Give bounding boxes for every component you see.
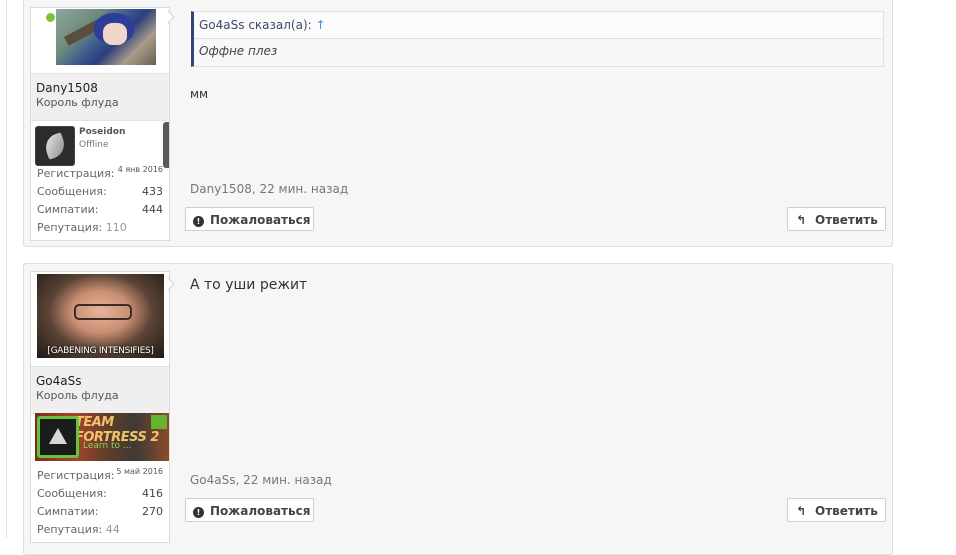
stat-value: 5 май 2016	[116, 467, 163, 476]
game-axe-icon	[35, 126, 75, 166]
stat-value: 4 янв 2016	[117, 165, 163, 174]
warning-circle-icon: !	[193, 499, 204, 523]
stat-registration: Регистрация: 4 янв 2016	[37, 165, 165, 183]
game-tab-handle[interactable]	[163, 122, 169, 168]
post-meta[interactable]: Go4aSs, 22 мин. назад	[190, 473, 332, 487]
avatar-face-shape	[103, 23, 127, 45]
username-link[interactable]: Dany1508	[36, 81, 98, 95]
warning-circle-icon: !	[193, 208, 204, 232]
post-message: мм	[190, 87, 209, 101]
report-label: Пожаловаться	[210, 504, 311, 518]
stat-messages: Сообщения: 416	[37, 485, 165, 503]
stat-likes: Симпатии: 444	[37, 201, 165, 219]
stat-label: Сообщения:	[37, 185, 107, 198]
reply-button[interactable]: ↰ Ответить	[787, 498, 886, 522]
user-header: Dany1508 Король флуда	[31, 73, 169, 121]
username-link[interactable]: Go4aSs	[36, 374, 82, 388]
user-title: Король флуда	[36, 96, 119, 109]
steam-game-block[interactable]: Poseidon Offline	[35, 122, 169, 168]
quote-jump-arrow-icon[interactable]: ↑	[316, 18, 326, 32]
report-button[interactable]: ! Пожаловаться	[185, 498, 314, 522]
user-header: Go4aSs Король флуда	[31, 366, 169, 414]
reply-arrow-icon: ↰	[796, 504, 807, 518]
stat-label: Сообщения:	[37, 487, 107, 500]
stat-value: 44	[105, 523, 120, 536]
stat-value[interactable]: 416	[142, 487, 163, 500]
game-status: Offline	[79, 140, 109, 150]
game-banner-subtitle: Learn to ...	[83, 441, 132, 451]
user-stats: Регистрация: 5 май 2016 Сообщения: 416 С…	[37, 467, 165, 539]
steam-game-block[interactable]: TEAM FORTRESS 2 Learn to ...	[35, 413, 169, 461]
page-edge-line	[6, 0, 7, 538]
stat-likes: Симпатии: 270	[37, 503, 165, 521]
stat-label-text: Репутация:	[37, 523, 103, 536]
quote-author: Go4aSs сказал(а): ↑	[199, 18, 326, 32]
stat-value: 444	[142, 203, 163, 216]
reply-button[interactable]: ↰ Ответить	[787, 207, 886, 231]
user-card: Dany1508 Король флуда Poseidon Offline Р…	[30, 7, 170, 241]
stat-reputation: Репутация: 44	[37, 521, 165, 539]
post-message: А то уши режит	[190, 277, 308, 293]
forum-post: Dany1508 Король флуда Poseidon Offline Р…	[23, 0, 893, 247]
game-name: Poseidon	[79, 127, 126, 137]
quote-header: Go4aSs сказал(а): ↑	[194, 12, 883, 39]
stat-label: Симпатии:	[37, 203, 99, 216]
reply-arrow-icon: ↰	[796, 213, 807, 227]
stat-label: Регистрация:	[37, 167, 115, 180]
stat-label: Репутация: 110	[37, 221, 127, 234]
game-tf2-icon	[37, 416, 79, 458]
avatar-caption: [GABENING INTENSIFIES]	[47, 346, 154, 356]
stat-value[interactable]: 433	[142, 185, 163, 198]
stat-label: Репутация: 44	[37, 523, 120, 536]
user-stats: Регистрация: 4 янв 2016 Сообщения: 433 С…	[37, 165, 165, 237]
quote-text: Оффне плез	[199, 44, 278, 58]
stat-messages: Сообщения: 433	[37, 183, 165, 201]
online-status-icon	[46, 13, 55, 22]
stat-value: 270	[142, 505, 163, 518]
bubble-arrow	[167, 277, 175, 291]
avatar-glasses-shape	[74, 304, 132, 320]
forum-post: [GABENING INTENSIFIES] Go4aSs Король флу…	[23, 263, 893, 555]
avatar[interactable]: [GABENING INTENSIFIES]	[37, 274, 164, 358]
stat-value: 110	[105, 221, 127, 234]
user-title: Король флуда	[36, 389, 119, 402]
game-banner-corner	[151, 415, 167, 429]
stat-label: Симпатии:	[37, 505, 99, 518]
avatar[interactable]	[56, 9, 156, 65]
bubble-arrow	[167, 10, 175, 24]
stat-reputation: Репутация: 110	[37, 219, 165, 237]
reply-label: Ответить	[815, 213, 878, 227]
quote-block: Go4aSs сказал(а): ↑ Оффне плез	[191, 11, 884, 67]
report-button[interactable]: ! Пожаловаться	[185, 207, 314, 231]
quote-author-text: Go4aSs сказал(а):	[199, 18, 312, 32]
stat-label-text: Репутация:	[37, 221, 103, 234]
stat-label: Регистрация:	[37, 469, 115, 482]
reply-label: Ответить	[815, 504, 878, 518]
post-meta[interactable]: Dany1508, 22 мин. назад	[190, 182, 348, 196]
report-label: Пожаловаться	[210, 213, 311, 227]
stat-registration: Регистрация: 5 май 2016	[37, 467, 165, 485]
user-card: [GABENING INTENSIFIES] Go4aSs Король флу…	[30, 271, 170, 543]
